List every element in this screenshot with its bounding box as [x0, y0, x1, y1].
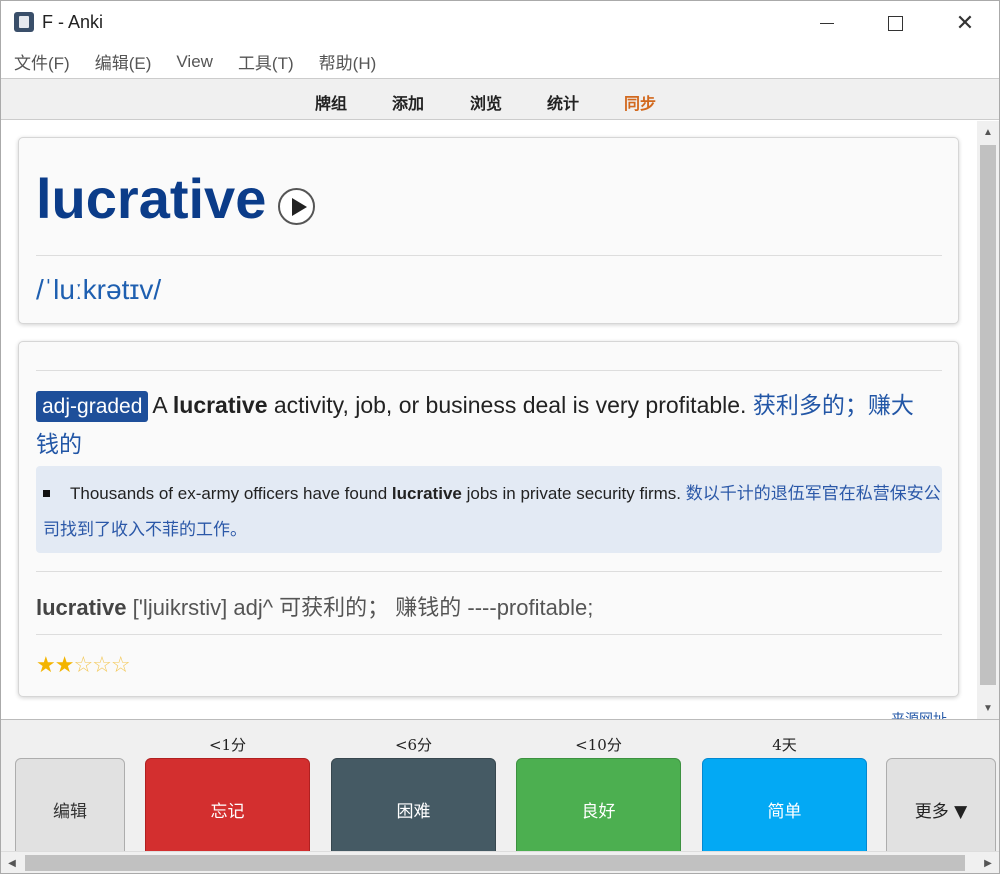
scroll-right-icon[interactable]: ▶: [977, 852, 999, 874]
star-filled-icon: ★★: [36, 652, 74, 677]
interval-label: 4天: [772, 736, 797, 754]
divider: [36, 370, 942, 371]
definition-text: A: [152, 392, 173, 418]
frequency-stars: ★★☆☆☆: [36, 652, 131, 678]
example-text: jobs in private security firms.: [461, 484, 686, 503]
browse-link[interactable]: 浏览: [470, 90, 502, 114]
vertical-scrollbar[interactable]: ▲ ▼: [977, 121, 999, 719]
bullet-icon: [43, 490, 50, 498]
headword: lucrative: [36, 167, 267, 230]
anki-app-icon: [14, 12, 34, 32]
easy-button[interactable]: 简单: [702, 758, 867, 858]
definition-text: activity, job, or business deal is very …: [267, 392, 753, 418]
close-icon: ✕: [955, 10, 975, 35]
definition-keyword: lucrative: [172, 392, 268, 418]
example-keyword: lucrative: [391, 484, 462, 503]
stats-link[interactable]: 统计: [547, 90, 579, 114]
example-text: Thousands of ex-army officers have found: [70, 484, 392, 503]
interval-label: <10分: [575, 736, 622, 754]
dictionary-text: ['ljuikrstiv] adj^ 可获利的； 赚钱的 ----profita…: [126, 595, 594, 620]
divider: [36, 634, 942, 635]
star-empty-icon: ☆☆☆: [73, 652, 130, 677]
menu-file[interactable]: 文件(F): [14, 49, 70, 74]
scroll-down-icon[interactable]: ▼: [977, 697, 999, 719]
definition-card: adj-graded A lucrative activity, job, or …: [18, 341, 959, 697]
menu-tools[interactable]: 工具(T): [238, 49, 294, 74]
good-button[interactable]: 良好: [516, 758, 681, 858]
add-link[interactable]: 添加: [392, 90, 424, 114]
source-link[interactable]: 来源网址: [891, 709, 947, 719]
phonetic: /ˈluːkrətɪv/: [36, 274, 162, 305]
minimize-button[interactable]: [793, 1, 861, 45]
decks-link[interactable]: 牌组: [315, 90, 347, 114]
interval-label: <6分: [394, 736, 433, 754]
anki-window: F - Anki ✕ 文件(F) 编辑(E) View 工具(T) 帮助(H) …: [0, 0, 1000, 874]
scroll-thumb[interactable]: [25, 855, 965, 871]
close-button[interactable]: ✕: [931, 1, 999, 45]
scroll-thumb[interactable]: [980, 145, 996, 685]
horizontal-scrollbar[interactable]: ◀ ▶: [1, 851, 999, 873]
more-button[interactable]: 更多 ▼: [886, 758, 996, 858]
menu-bar: 文件(F) 编辑(E) View 工具(T) 帮助(H): [1, 45, 999, 78]
minimize-icon: [820, 22, 834, 24]
dictionary-headword: lucrative: [36, 595, 127, 620]
main-toolbar: 牌组 添加 浏览 统计 同步: [1, 78, 999, 120]
definition: adj-graded A lucrative activity, job, or …: [36, 386, 916, 464]
divider: [36, 571, 942, 572]
title-bar: F - Anki ✕: [1, 1, 999, 45]
scroll-up-icon[interactable]: ▲: [977, 121, 999, 143]
dictionary-entry: lucrative ['ljuikrstiv] adj^ 可获利的； 赚钱的 -…: [36, 590, 593, 622]
part-of-speech-badge: adj-graded: [36, 391, 149, 422]
again-button[interactable]: 忘记: [145, 758, 310, 858]
maximize-icon: [887, 15, 903, 31]
sync-link[interactable]: 同步: [624, 90, 656, 114]
menu-edit[interactable]: 编辑(E): [95, 49, 152, 74]
play-audio-icon[interactable]: [278, 188, 315, 225]
menu-view[interactable]: View: [176, 52, 213, 72]
interval-label: <1分: [208, 736, 247, 754]
window-title: F - Anki: [42, 12, 104, 32]
word-card: lucrative /ˈluːkrətɪv/: [18, 137, 959, 324]
menu-help[interactable]: 帮助(H): [319, 49, 377, 74]
answer-bar: <1分 <6分 <10分 4天 编辑 忘记 困难 良好 简单 更多 ▼: [1, 719, 999, 858]
edit-button[interactable]: 编辑: [15, 758, 125, 858]
example-sentence: Thousands of ex-army officers have found…: [36, 466, 942, 553]
hard-button[interactable]: 困难: [331, 758, 496, 858]
divider: [36, 255, 942, 256]
card-review-area: lucrative /ˈluːkrətɪv/ adj-graded A lucra…: [1, 121, 977, 719]
maximize-button[interactable]: [861, 1, 929, 45]
scroll-left-icon[interactable]: ◀: [1, 852, 23, 874]
